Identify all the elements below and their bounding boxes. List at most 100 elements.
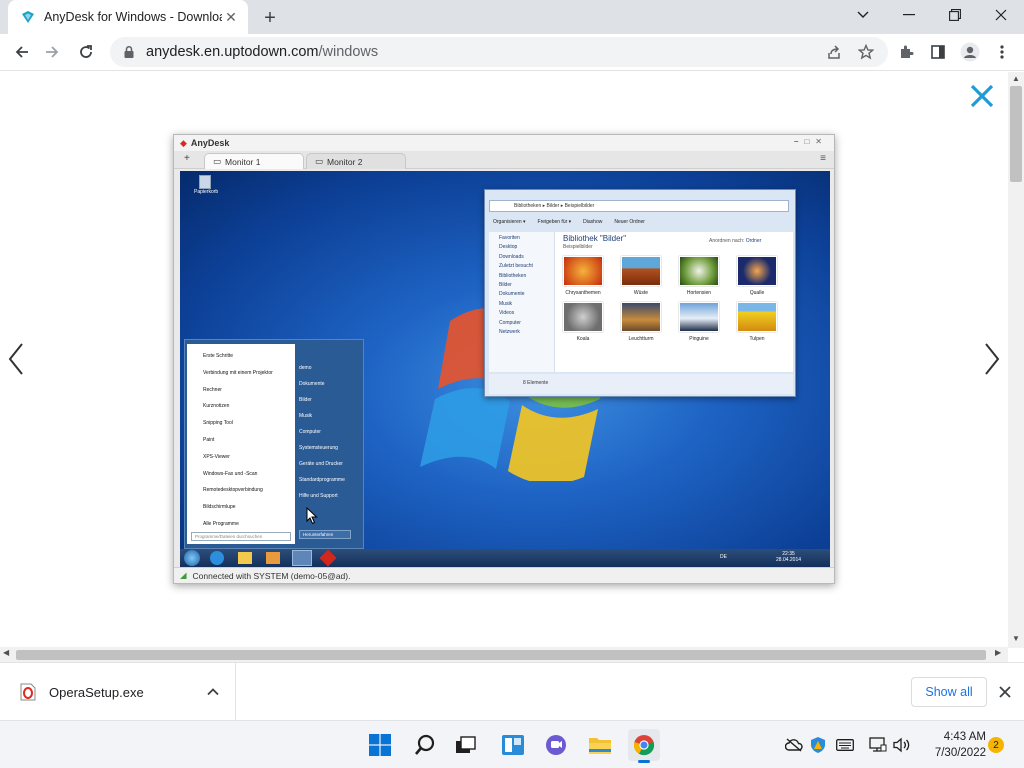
explorer-status: 8 Elemente [489, 374, 793, 394]
windows-start-icon[interactable] [364, 729, 396, 761]
tab-label: Monitor 2 [327, 156, 363, 167]
win7-clock: 22:35 28.04.2014 [776, 551, 801, 563]
tab-title: AnyDesk for Windows - Downloa [44, 10, 222, 24]
tab-label: Monitor 1 [225, 156, 261, 167]
volume-icon[interactable] [892, 735, 912, 755]
active-window-icon [292, 550, 312, 566]
nav-item: Downloads [499, 253, 524, 260]
thumbnail-image [679, 302, 719, 332]
cloud-sync-off-icon[interactable] [784, 735, 804, 755]
start-menu-item: Snipping Tool [203, 420, 233, 427]
explorer-taskbar-icon [238, 552, 252, 564]
tab-close-icon[interactable]: ✕ [222, 8, 240, 26]
download-filename: OperaSetup.exe [49, 684, 144, 700]
thumbnail-image [737, 302, 777, 332]
extensions-icon[interactable] [892, 38, 920, 66]
reload-button[interactable] [72, 38, 100, 66]
explorer-address: Bibliotheken ▸ Bilder ▸ Beispielbilder [489, 200, 789, 212]
anydesk-window-title: AnyDesk [190, 138, 230, 148]
nav-item: Musik [499, 300, 513, 307]
thumbnail-image [563, 302, 603, 332]
thumbnail-label: Wüste [633, 290, 649, 296]
scroll-right-icon[interactable]: ▶ [995, 648, 1001, 657]
start-menu-item: Paint [203, 436, 215, 443]
share-icon[interactable] [820, 38, 848, 66]
vertical-scroll-thumb[interactable] [1010, 86, 1022, 182]
win7-start-orb-icon [184, 550, 200, 566]
thumbnail-label: Chrysanthemen [565, 290, 601, 296]
back-button[interactable] [8, 38, 36, 66]
widgets-icon[interactable] [497, 729, 529, 761]
scroll-down-icon[interactable]: ▼ [1012, 634, 1020, 643]
system-clock[interactable]: 4:43 AM 7/30/2022 [920, 729, 986, 761]
start-place-item: Geräte und Drucker [299, 461, 343, 467]
gallery-close-icon[interactable] [968, 82, 996, 110]
scroll-up-icon[interactable]: ▲ [1012, 74, 1020, 83]
start-place-item: demo [299, 365, 312, 371]
thumbnail-label: Hortensien [686, 290, 712, 296]
gallery-next-arrow-icon[interactable] [982, 342, 1002, 376]
tab-search-icon[interactable] [840, 0, 886, 30]
scroll-left-icon[interactable]: ◀ [3, 648, 9, 657]
explorer-toolbar-item: Neuer Ordner [614, 219, 645, 225]
start-menu-item: Erste Schritte [203, 353, 234, 359]
mouse-cursor-icon [306, 507, 318, 525]
nav-item: Zuletzt besucht [499, 263, 533, 270]
anydesk-taskbar-icon [319, 549, 337, 567]
download-item[interactable]: OperaSetup.exe [0, 663, 236, 721]
task-view-icon[interactable] [450, 729, 482, 761]
chevron-up-icon[interactable] [206, 685, 220, 699]
recycle-bin-desktop-icon: Papierkorb [194, 175, 218, 195]
horizontal-scrollbar[interactable]: ◀ ▶ [0, 647, 1008, 662]
network-icon[interactable] [868, 735, 888, 755]
nav-item: Bilder [499, 282, 512, 289]
window-close-button[interactable] [978, 0, 1024, 30]
nav-item: Dokumente [499, 291, 525, 298]
profile-avatar-icon[interactable] [956, 38, 984, 66]
menu-kebab-icon[interactable] [988, 38, 1016, 66]
bookmark-star-icon[interactable] [852, 38, 880, 66]
arrange-by: Anordnen nach: Ordner [709, 238, 761, 244]
thumbnail-label: Qualle [749, 290, 765, 296]
show-all-button[interactable]: Show all [911, 677, 987, 707]
explorer-nav: Favoriten Desktop Downloads Zuletzt besu… [489, 232, 555, 372]
minimize-button[interactable] [886, 0, 932, 30]
start-menu-item: Bildschirmlupe [203, 504, 236, 511]
nav-item: Netzwerk [499, 329, 520, 336]
chrome-icon[interactable] [628, 729, 660, 763]
nav-item: Videos [499, 310, 515, 317]
file-explorer-icon[interactable] [584, 729, 616, 761]
new-tab-button[interactable]: + [258, 6, 282, 30]
security-shield-icon[interactable] [808, 735, 828, 755]
forward-button[interactable] [38, 38, 66, 66]
tab-strip: AnyDesk for Windows - Downloa ✕ + [0, 0, 1024, 34]
thumbnail-image [737, 256, 777, 286]
gallery-prev-arrow-icon[interactable] [6, 342, 26, 376]
start-menu: Erste Schritte Verbindung mit einem Proj… [184, 339, 364, 549]
anydesk-tabbar: + ▭ Monitor 1 ▭ Monitor 2 ≡ [174, 151, 834, 169]
browser-toolbar: anydesk.en.uptodown.com/windows [0, 34, 1024, 71]
teams-chat-icon[interactable] [540, 729, 572, 761]
anydesk-add-tab-icon: + [184, 153, 190, 164]
downloads-bar: OperaSetup.exe Show all [0, 662, 1024, 721]
thumbnail-label: Leuchtturm [628, 336, 654, 342]
clock-time: 4:43 AM [943, 731, 986, 743]
start-place-item: Dokumente [299, 381, 325, 387]
browser-tab[interactable]: AnyDesk for Windows - Downloa ✕ [8, 0, 248, 34]
horizontal-scroll-thumb[interactable] [16, 650, 986, 660]
side-panel-icon[interactable] [924, 38, 952, 66]
notification-badge[interactable]: 2 [988, 737, 1004, 753]
start-menu-places: demo Dokumente Bilder Musik Computer Sys… [299, 360, 345, 504]
start-place-item: Computer [299, 429, 321, 435]
address-bar[interactable]: anydesk.en.uptodown.com/windows [110, 37, 888, 67]
keyboard-icon[interactable] [835, 735, 855, 755]
nav-item: Computer [499, 319, 521, 326]
search-icon[interactable] [409, 729, 441, 761]
thumbnail-label: Tulpen [749, 336, 765, 342]
arrange-value: Ordner [745, 238, 762, 244]
thumbnail-image [621, 302, 661, 332]
downloads-close-icon[interactable] [998, 685, 1012, 699]
anydesk-screenshot[interactable]: ◆ AnyDesk –□✕ + ▭ Monitor 1 ▭ Monitor 2 … [173, 134, 835, 584]
restore-button[interactable] [932, 0, 978, 30]
vertical-scrollbar[interactable]: ▲ ▼ [1008, 72, 1024, 648]
